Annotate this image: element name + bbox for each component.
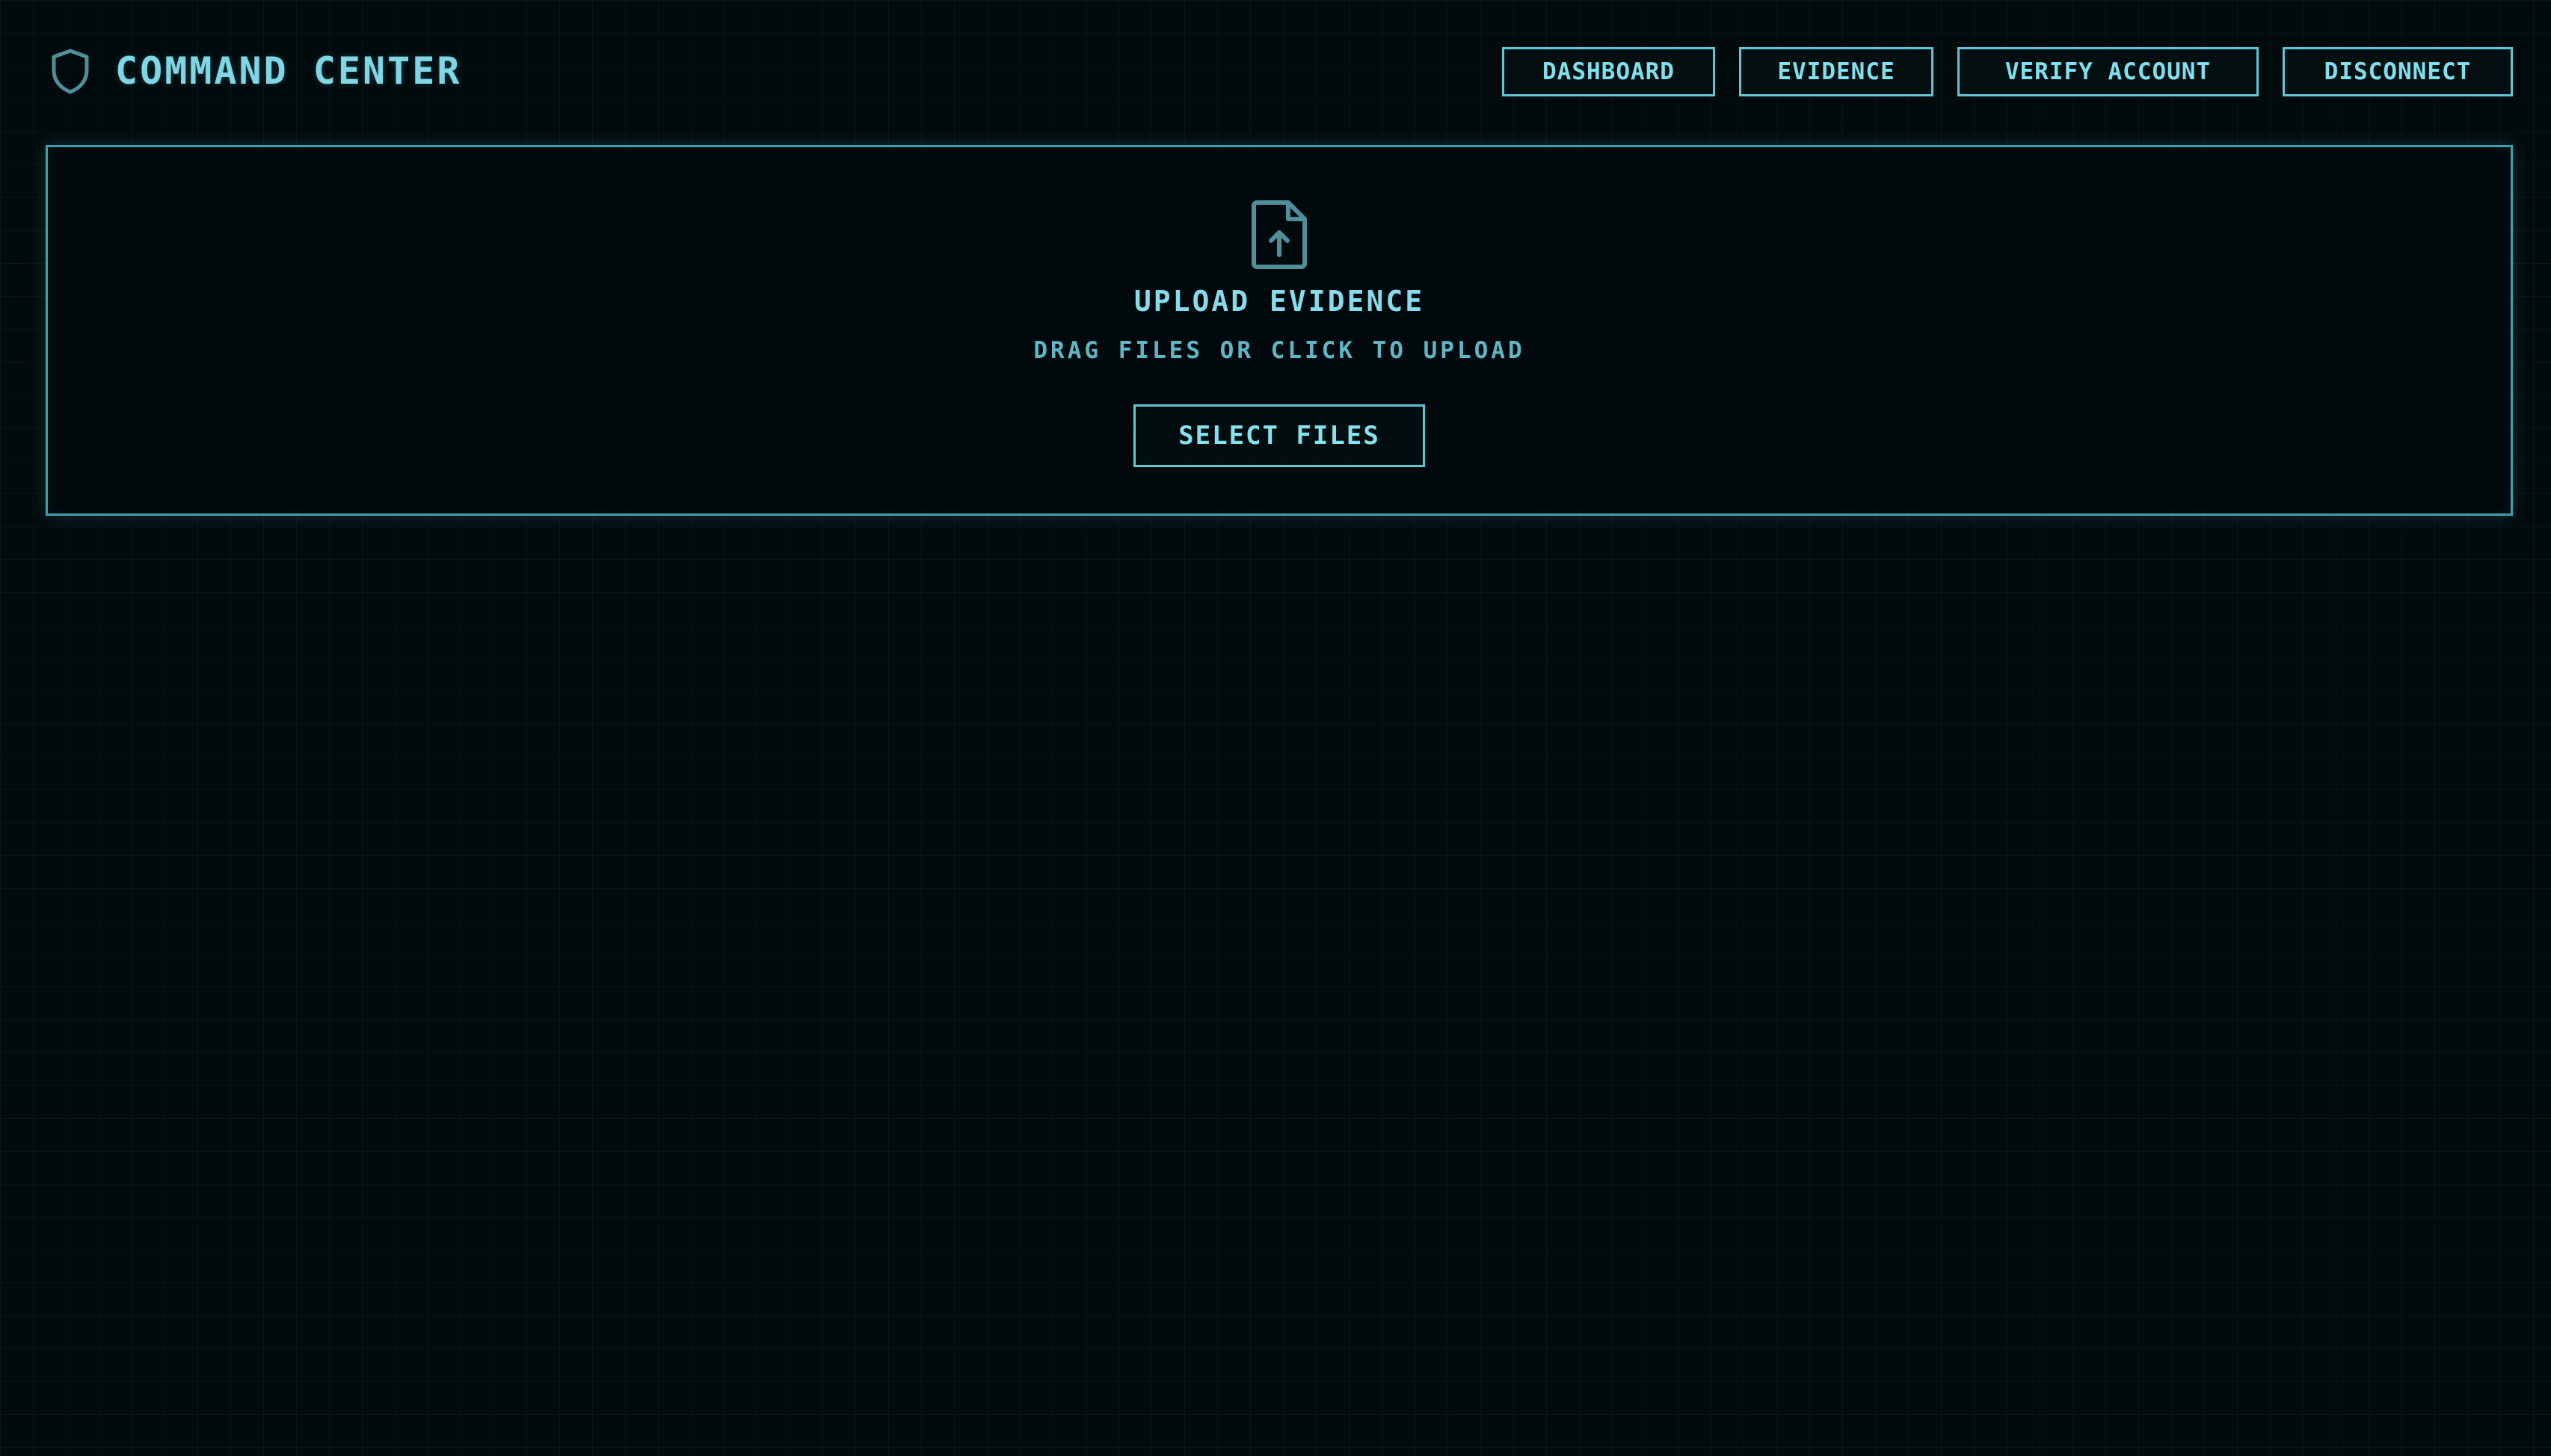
app-title: COMMAND CENTER	[115, 49, 462, 93]
nav-verify-account-button[interactable]: VERIFY ACCOUNT	[1957, 47, 2259, 96]
nav-dashboard-button[interactable]: DASHBOARD	[1502, 47, 1715, 96]
nav-evidence-button[interactable]: EVIDENCE	[1739, 47, 1933, 96]
brand: COMMAND CENTER	[49, 46, 461, 96]
upload-instructions: DRAG FILES OR CLICK TO UPLOAD	[1033, 337, 1525, 364]
select-files-button[interactable]: SELECT FILES	[1133, 404, 1425, 467]
top-nav: DASHBOARD EVIDENCE VERIFY ACCOUNT DISCON…	[1502, 47, 2513, 96]
shield-icon	[49, 46, 91, 96]
upload-dropzone[interactable]: UPLOAD EVIDENCE DRAG FILES OR CLICK TO U…	[46, 145, 2513, 516]
app-header: COMMAND CENTER DASHBOARD EVIDENCE VERIFY…	[0, 0, 2551, 142]
nav-disconnect-button[interactable]: DISCONNECT	[2283, 47, 2513, 96]
upload-title: UPLOAD EVIDENCE	[1133, 285, 1425, 318]
file-upload-icon	[1248, 198, 1311, 270]
upload-content: UPLOAD EVIDENCE DRAG FILES OR CLICK TO U…	[48, 147, 2511, 513]
